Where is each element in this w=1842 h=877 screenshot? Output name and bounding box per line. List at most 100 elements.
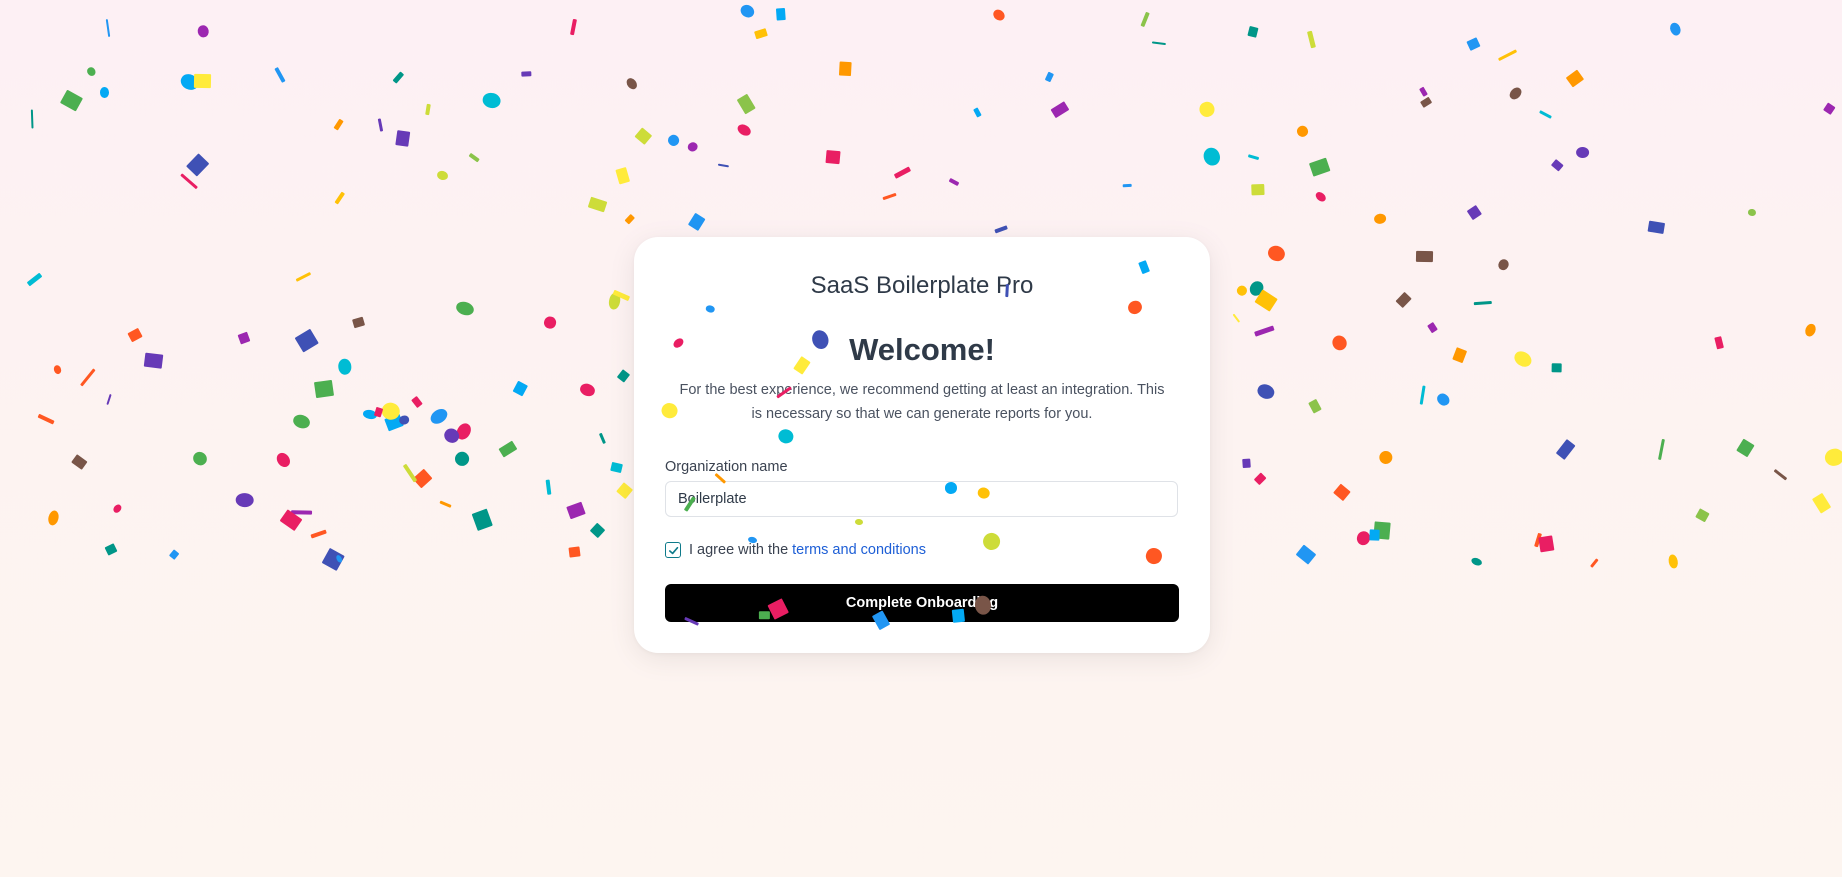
confetti-piece (1418, 86, 1428, 97)
terms-link[interactable]: terms and conditions (792, 542, 926, 558)
confetti-piece (1551, 363, 1562, 373)
confetti-piece (542, 315, 557, 330)
confetti-piece (46, 509, 60, 527)
confetti-piece (1427, 321, 1438, 334)
confetti-piece (498, 440, 518, 458)
confetti-piece (1539, 110, 1552, 119)
confetti-piece (193, 73, 211, 88)
confetti-piece (1466, 204, 1482, 220)
confetti-piece (1295, 544, 1317, 565)
confetti-piece (452, 449, 472, 469)
confetti-piece (1246, 278, 1267, 299)
app-title: SaaS Boilerplate Pro (810, 272, 1034, 299)
organization-name-label: Organization name (665, 459, 788, 475)
confetti-piece (893, 166, 912, 179)
confetti-piece (127, 327, 143, 343)
confetti-piece (237, 331, 251, 345)
confetti-piece (379, 400, 402, 422)
confetti-piece (825, 150, 841, 165)
confetti-piece (1537, 534, 1555, 553)
confetti-piece (60, 89, 84, 112)
confetti-piece (1823, 102, 1836, 115)
confetti-piece (1140, 11, 1150, 28)
confetti-piece (754, 28, 768, 40)
confetti-piece (1497, 49, 1517, 61)
confetti-piece (546, 479, 552, 495)
confetti-piece (52, 364, 63, 375)
confetti-piece (1373, 213, 1387, 225)
confetti-piece (295, 271, 312, 282)
confetti-piece (1496, 257, 1510, 272)
confetti-piece (1333, 483, 1351, 502)
confetti-piece (186, 153, 210, 177)
confetti-piece (362, 408, 378, 420)
confetti-piece (26, 273, 42, 287)
confetti-piece (587, 196, 608, 213)
confetti-piece (1507, 85, 1524, 102)
confetti-piece (104, 543, 118, 556)
confetti-piece (377, 118, 384, 132)
confetti-piece (612, 289, 631, 302)
confetti-piece (321, 548, 345, 572)
confetti-piece (1773, 468, 1788, 481)
confetti-piece (106, 393, 112, 406)
complete-onboarding-button[interactable]: Complete Onboarding (665, 584, 1179, 622)
confetti-piece (168, 548, 180, 560)
confetti-piece (1533, 532, 1542, 548)
confetti-piece (1803, 322, 1818, 339)
confetti-piece (196, 24, 210, 39)
confetti-piece (411, 396, 423, 409)
confetti-piece (991, 7, 1007, 23)
confetti-piece (615, 166, 631, 185)
confetti-piece (1435, 391, 1452, 408)
confetti-piece (190, 449, 210, 468)
confetti-piece (1255, 382, 1277, 402)
confetti-piece (634, 127, 653, 145)
confetti-piece (1254, 289, 1278, 313)
confetti-piece (838, 61, 852, 77)
confetti-piece (294, 328, 319, 353)
confetti-piece (436, 169, 450, 182)
confetti-piece (1565, 69, 1585, 88)
confetti-piece (374, 406, 384, 418)
terms-agreement: I agree with the terms and conditions (665, 542, 926, 558)
confetti-piece (512, 381, 528, 397)
confetti-piece (1196, 99, 1217, 120)
confetti-piece (624, 213, 636, 225)
confetti-piece (1576, 146, 1590, 159)
confetti-piece (441, 426, 462, 446)
confetti-piece (1419, 96, 1432, 108)
confetti-piece (1232, 313, 1241, 323)
confetti-piece (616, 369, 631, 383)
confetti-piece (334, 192, 345, 205)
confetti-piece (402, 463, 418, 483)
confetti-piece (1308, 398, 1322, 414)
confetti-piece (99, 86, 109, 98)
confetti-piece (235, 492, 254, 508)
confetti-piece (333, 118, 344, 131)
confetti-piece (1309, 157, 1331, 177)
confetti-piece (1265, 243, 1288, 264)
confetti-piece (337, 358, 353, 376)
confetti-piece (717, 163, 729, 168)
confetti-piece (1355, 529, 1372, 547)
confetti-piece (1550, 158, 1564, 172)
confetti-piece (291, 510, 313, 515)
confetti-piece (274, 67, 286, 83)
confetti-piece (994, 225, 1008, 234)
confetti-piece (1415, 250, 1434, 263)
confetti-piece (1329, 332, 1350, 354)
terms-checkbox[interactable] (665, 542, 681, 558)
confetti-piece (180, 173, 198, 190)
onboarding-card: SaaS Boilerplate Pro Welcome! For the be… (634, 237, 1210, 653)
confetti-piece (578, 381, 597, 399)
confetti-piece (279, 509, 303, 532)
confetti-piece (1466, 37, 1481, 52)
confetti-piece (1254, 325, 1275, 337)
organization-name-input[interactable] (665, 481, 1178, 517)
confetti-piece (1667, 553, 1679, 570)
confetti-piece (425, 103, 431, 116)
confetti-piece (274, 450, 293, 470)
confetti-piece (313, 379, 334, 399)
confetti-piece (111, 502, 124, 515)
